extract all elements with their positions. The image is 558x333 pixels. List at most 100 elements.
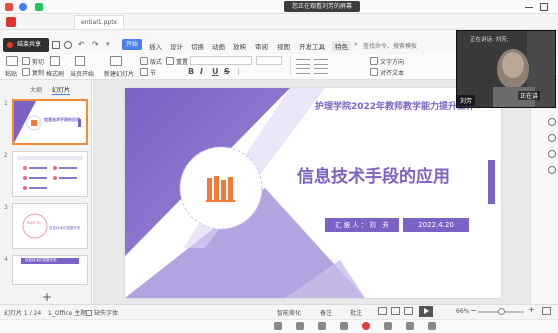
file-tab[interactable]: ential1.pptx <box>74 15 125 29</box>
camera-icon[interactable] <box>296 322 304 330</box>
tab-slideshow[interactable]: 放映 <box>233 41 246 51</box>
slide-title: 信息技术手段的应用 <box>297 167 450 187</box>
section-button[interactable]: 节 <box>140 68 156 77</box>
redo-icon[interactable]: ↷ <box>92 40 99 49</box>
customize-chevron-icon[interactable]: ▾ <box>106 40 110 48</box>
command-search-input[interactable]: 查找命令、搜索模板 <box>363 41 417 50</box>
numbering-icon[interactable] <box>314 59 328 65</box>
animation-pane-icon[interactable] <box>548 134 556 142</box>
bold-button[interactable]: B <box>188 67 194 76</box>
tab-special[interactable]: 特色 <box>332 41 351 51</box>
font-effects-group[interactable] <box>238 68 278 75</box>
reset-button[interactable]: 重置 <box>166 57 188 66</box>
font-size-select[interactable] <box>256 56 282 65</box>
apps-icon[interactable] <box>406 322 414 330</box>
normal-view-icon[interactable] <box>378 307 387 315</box>
copy-button[interactable]: 复制 <box>22 68 44 77</box>
slide-thumbnail-3[interactable]: PART 01 信息技术的重要作用 <box>12 203 88 249</box>
text-direction-button[interactable]: 文字方向 <box>370 57 404 66</box>
play-from-current-icon[interactable] <box>75 56 85 66</box>
add-slide-button[interactable]: + <box>42 290 52 304</box>
mic-icon[interactable] <box>274 322 282 330</box>
zoom-slider-knob[interactable] <box>498 308 505 315</box>
section-icon <box>140 68 148 76</box>
tab-design[interactable]: 设计 <box>170 41 183 51</box>
play-from-current-button[interactable]: 当页开始 <box>70 69 94 78</box>
thumbnail-1-title: 信息技术手段的应用 <box>44 117 80 122</box>
new-slide-icon[interactable] <box>110 56 122 66</box>
speaking-label: 正在讲话: 刘芳; <box>470 37 509 43</box>
thumbnail-3-part: PART 01 <box>27 221 42 225</box>
slide-thumbnail-1[interactable]: 信息技术手段的应用 <box>12 99 88 145</box>
paste-icon[interactable] <box>6 56 18 66</box>
members-icon[interactable] <box>340 322 348 330</box>
cut-button[interactable]: 剪切 <box>22 57 44 66</box>
chat-icon[interactable] <box>384 322 392 330</box>
tab-animation[interactable]: 动画 <box>212 41 225 51</box>
zoom-in-icon[interactable]: + <box>528 305 535 314</box>
share-icon[interactable] <box>318 322 326 330</box>
current-slide[interactable]: 护理学院2022年教师教学能力提升工作 信息技术手段的应用 汇 报 人 ： 刘 … <box>125 88 501 298</box>
search-icon[interactable]: ⌕ <box>354 40 358 49</box>
missing-font-button[interactable]: 缺失字体 <box>86 308 118 317</box>
notes-button[interactable]: 备注 <box>320 308 332 317</box>
tab-developer[interactable]: 开发工具 <box>299 41 325 51</box>
tab-view[interactable]: 视图 <box>277 41 290 51</box>
books-icon <box>206 176 235 202</box>
tab-review[interactable]: 审阅 <box>255 41 268 51</box>
layout-label: 版式 <box>150 59 163 66</box>
comments-button[interactable]: 批注 <box>350 308 362 317</box>
more-icon[interactable] <box>428 322 436 330</box>
slide-number: 3 <box>4 204 8 211</box>
tab-transition[interactable]: 切换 <box>191 41 204 51</box>
record-dot-icon <box>7 42 13 48</box>
screen-share-notice: 您正在观看刘芳的屏幕 <box>284 1 360 12</box>
right-sidebar <box>530 80 558 304</box>
align-text-button[interactable]: 对齐文本 <box>370 68 404 77</box>
maximize-icon[interactable] <box>540 3 548 11</box>
scissors-icon <box>22 57 30 65</box>
tab-outline[interactable]: 大纲 <box>30 85 42 94</box>
wps-logo-icon <box>6 17 16 27</box>
format-painter-button[interactable]: 格式刷 <box>46 69 64 78</box>
smart-beautify-button[interactable]: 智能美化 <box>277 308 301 317</box>
reading-view-icon[interactable] <box>404 307 413 315</box>
undo-icon[interactable]: ↶ <box>78 40 85 49</box>
print-icon[interactable] <box>64 41 72 49</box>
slide-sorter-icon[interactable] <box>391 307 400 315</box>
record-icon[interactable] <box>362 322 370 330</box>
reset-icon <box>166 57 174 65</box>
align-left-icon[interactable] <box>296 68 310 74</box>
underline-button[interactable]: U <box>212 67 219 76</box>
reset-label: 重置 <box>176 59 189 66</box>
fit-window-icon[interactable] <box>542 307 551 315</box>
slide-header: 护理学院2022年教师教学能力提升工作 <box>315 102 476 112</box>
tab-home[interactable]: 开始 <box>122 39 142 50</box>
paste-button[interactable]: 粘贴 <box>5 69 17 78</box>
help-icon[interactable] <box>548 150 556 158</box>
new-slide-button[interactable]: 新建幻灯片 <box>104 69 134 78</box>
slide-thumbnail-4[interactable]: 信息技术的重要作用 <box>12 255 88 285</box>
font-name-select[interactable] <box>190 56 252 65</box>
zoom-out-icon[interactable]: − <box>470 306 477 315</box>
play-slideshow-button[interactable] <box>419 306 433 317</box>
layout-icon <box>140 57 148 65</box>
strikethrough-button[interactable]: S <box>224 67 230 76</box>
cut-label: 剪切 <box>32 59 45 66</box>
format-painter-icon[interactable] <box>50 56 60 66</box>
object-properties-icon[interactable] <box>548 118 556 126</box>
theme-name: 1_Office 主题 <box>48 310 87 317</box>
settings-icon[interactable] <box>548 166 556 174</box>
save-icon[interactable] <box>52 41 60 49</box>
align-center-icon[interactable] <box>314 68 328 74</box>
stop-share-button[interactable]: 结束共享 <box>3 38 49 52</box>
layout-button[interactable]: 版式 <box>140 57 162 66</box>
system-title-bar <box>0 0 558 14</box>
tab-insert[interactable]: 插入 <box>149 41 162 51</box>
minimize-icon[interactable] <box>525 7 533 8</box>
slide-thumbnail-2[interactable] <box>12 151 88 197</box>
tab-slides[interactable]: 幻灯片 <box>52 85 71 95</box>
bullets-icon[interactable] <box>296 59 310 65</box>
slide-count: 幻灯片 1 / 24 <box>4 310 42 317</box>
italic-button[interactable]: I <box>200 67 203 76</box>
